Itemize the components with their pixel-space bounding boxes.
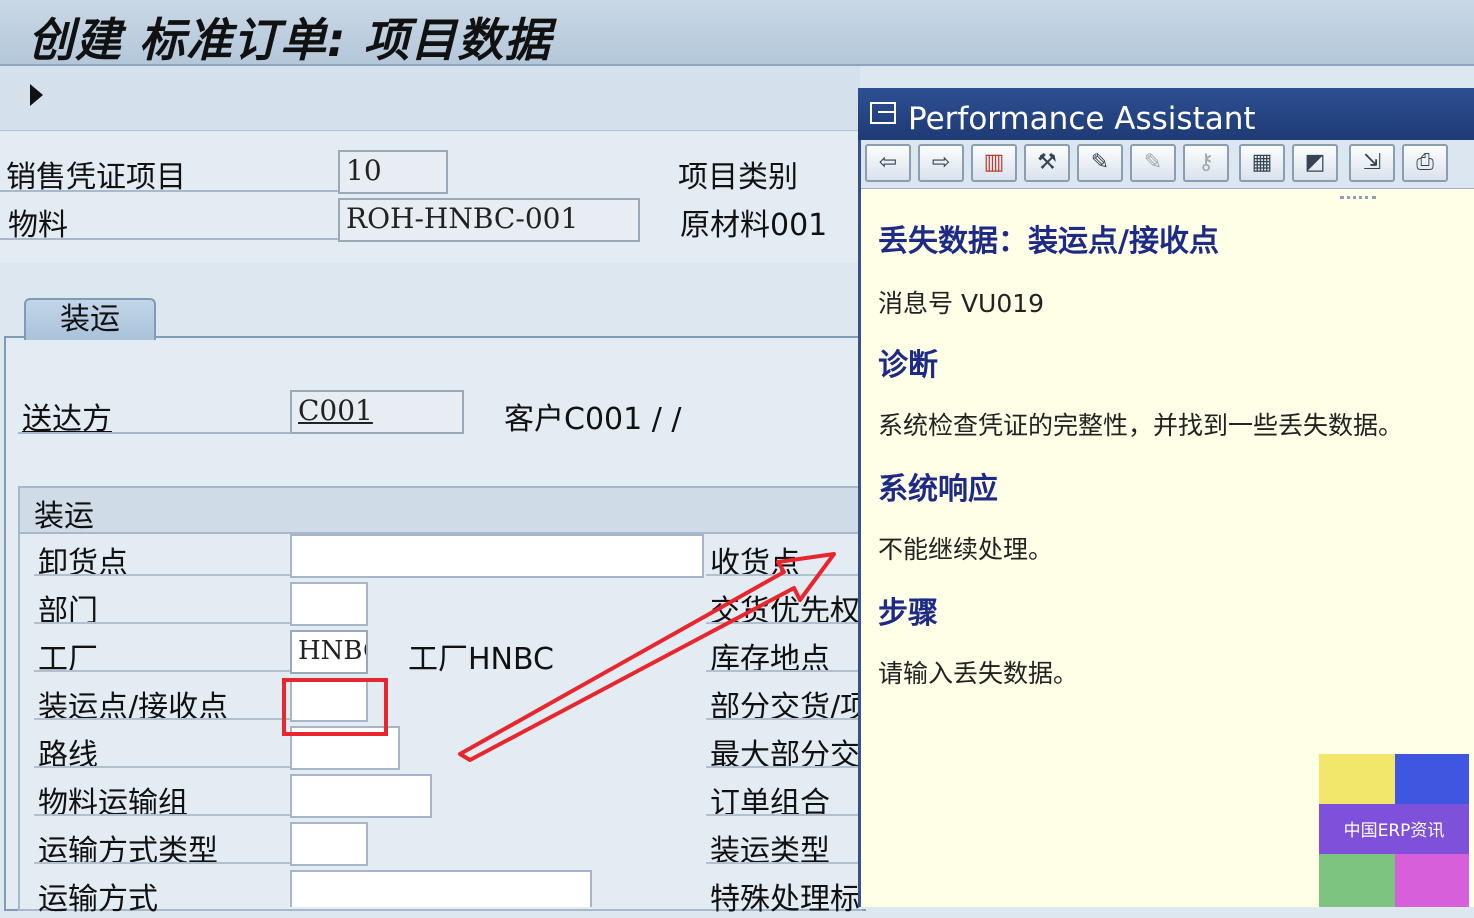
tools-icon[interactable]: ⚒	[1024, 144, 1070, 182]
procedure-text: 请输入丢失数据。	[878, 659, 1079, 688]
means-of-transport-input[interactable]	[290, 870, 592, 907]
edit-alt-icon[interactable]: ✎	[1130, 144, 1176, 182]
edit-icon[interactable]: ✎	[1077, 144, 1123, 182]
layout-icon[interactable]: ▦	[1239, 144, 1285, 182]
diagnosis-text: 系统检查凭证的完整性，并找到一些丢失数据。	[878, 411, 1404, 440]
user-key-icon[interactable]: ⚷	[1183, 144, 1229, 182]
plant-input[interactable]: HNBC	[290, 630, 368, 674]
assistant-toolbar: ⇦ ⇨ ▥ ⚒ ✎ ✎ ⚷ ▦ ◩ ⇲ ⎙	[861, 140, 1474, 189]
ship-to-description: 客户C001 / /	[504, 402, 682, 437]
material-freight-group-input[interactable]	[290, 774, 432, 818]
watermark-logo: 中国ERP资讯	[1319, 754, 1469, 907]
performance-assistant-titlebar[interactable]: Performance Assistant	[858, 88, 1474, 140]
divider	[0, 238, 338, 240]
book-icon[interactable]: ▥	[971, 144, 1017, 182]
divider	[18, 432, 290, 434]
department-input[interactable]	[290, 582, 368, 626]
print-icon[interactable]: ⎙	[1402, 144, 1448, 182]
window-icon	[870, 102, 896, 124]
export-icon[interactable]: ⇲	[1349, 144, 1395, 182]
means-of-transport-type-input[interactable]	[290, 822, 368, 866]
procedure-title: 步骤	[878, 596, 938, 631]
divider	[34, 766, 290, 768]
highlight-box	[282, 678, 388, 736]
resize-grip[interactable]	[1340, 196, 1376, 202]
message-number: 消息号 VU019	[878, 289, 1045, 318]
material-field: ROH-HNBC-001	[338, 198, 640, 242]
divider	[706, 862, 860, 864]
group-title: 装运	[34, 499, 94, 534]
divider	[706, 814, 860, 816]
material-description: 原材料001	[680, 208, 828, 243]
divider	[34, 862, 290, 864]
divider	[34, 670, 290, 672]
system-response-title: 系统响应	[878, 472, 998, 507]
assistant-heading: 丢失数据：装运点/接收点	[878, 224, 1219, 259]
window-titlebar: 创建 标准订单: 项目数据	[0, 0, 1474, 67]
item-category-label: 项目类别	[678, 160, 798, 195]
divider	[34, 718, 290, 720]
divider	[34, 574, 290, 576]
annotation-arrow	[458, 552, 836, 762]
item-number-field: 10	[338, 150, 448, 194]
ship-to-field[interactable]: C001	[290, 390, 464, 434]
application-toolbar	[0, 66, 860, 131]
back-icon[interactable]: ⇦	[865, 144, 911, 182]
group-header	[20, 488, 860, 534]
expand-toolbar-icon[interactable]	[30, 84, 43, 106]
page-title: 创建 标准订单: 项目数据	[28, 13, 552, 67]
divider	[34, 622, 290, 624]
special-processing-label: 特殊处理标	[710, 882, 860, 917]
forward-icon[interactable]: ⇨	[918, 144, 964, 182]
window-icon[interactable]: ◩	[1292, 144, 1338, 182]
system-response-text: 不能继续处理。	[878, 535, 1054, 564]
watermark-text: 中国ERP资讯	[1343, 821, 1445, 841]
divider	[34, 814, 290, 816]
divider	[0, 190, 338, 192]
means-of-transport-label: 运输方式	[38, 882, 158, 917]
diagnosis-title: 诊断	[878, 348, 938, 383]
tab-shipping[interactable]: 装运	[24, 298, 156, 340]
